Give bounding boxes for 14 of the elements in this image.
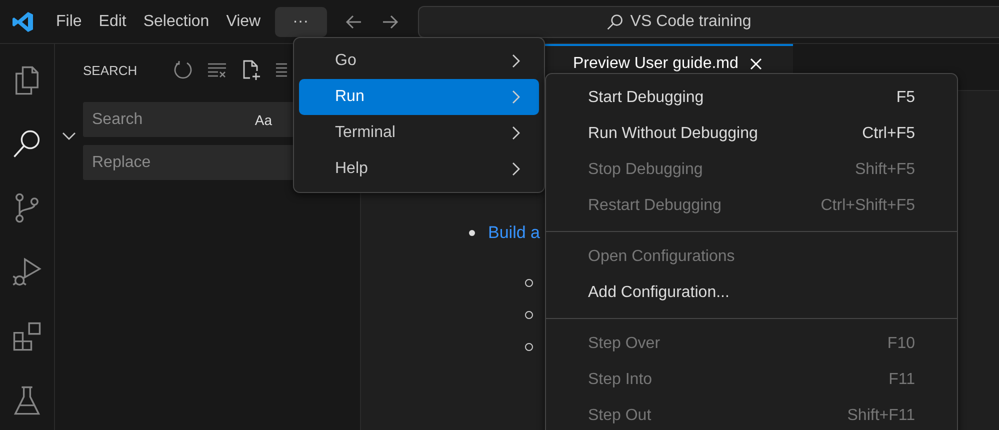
menu-item[interactable]: Add Configuration... — [546, 275, 957, 311]
more-menu-button[interactable]: ··· — [274, 6, 327, 36]
menu-item[interactable]: Run Without Debugging Ctrl+F5 — [546, 116, 957, 152]
sidebar-title: SEARCH — [83, 62, 138, 78]
menu-bar-item[interactable]: View — [219, 6, 271, 36]
menu-bar-item[interactable]: Selection — [136, 6, 220, 36]
menu-bar-item[interactable]: Edit — [92, 6, 136, 36]
menu-bar-item[interactable]: File — [49, 6, 92, 36]
menu-item[interactable]: Run — [299, 79, 539, 115]
menu-item[interactable]: Go — [299, 43, 539, 79]
command-center-label: VS Code training — [630, 12, 752, 30]
link[interactable]: Build a — [488, 223, 540, 243]
match-case-toggle[interactable]: Aa — [254, 112, 272, 128]
command-center[interactable]: VS Code training — [418, 6, 999, 38]
